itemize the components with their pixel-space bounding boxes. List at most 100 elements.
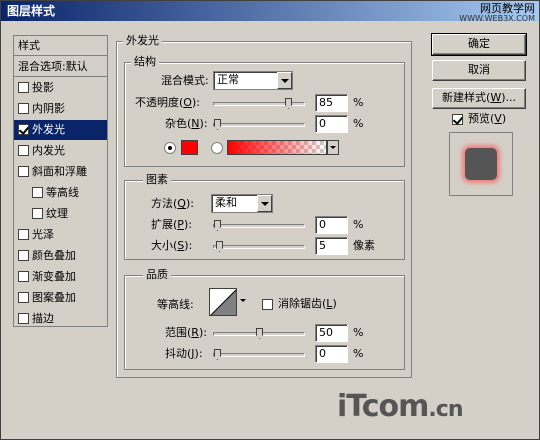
opacity-slider[interactable] — [213, 98, 305, 109]
sidebar-item-label: 等高线 — [46, 186, 79, 199]
range-unit: % — [353, 326, 364, 339]
sidebar-item[interactable]: 内阴影 — [14, 99, 107, 119]
sidebar-item-label: 渐变叠加 — [32, 270, 76, 283]
sidebar-item-label: 样式 — [18, 39, 40, 52]
size-unit: 像素 — [353, 239, 375, 252]
sidebar-item-checkbox[interactable] — [18, 292, 29, 303]
jitter-unit: % — [353, 347, 364, 360]
chevron-down-icon — [257, 195, 272, 212]
sidebar-item[interactable]: 纹理 — [14, 204, 107, 224]
spread-label: 扩展(P): — [151, 218, 192, 231]
sidebar-item[interactable]: 样式 — [14, 36, 107, 56]
new-style-button[interactable]: 新建样式(W)... — [432, 88, 526, 109]
gradient-dropdown-button[interactable] — [327, 140, 339, 155]
sidebar-item-checkbox[interactable] — [18, 229, 29, 240]
sidebar-item[interactable]: 投影 — [14, 78, 107, 98]
sidebar-item[interactable]: 渐变叠加 — [14, 267, 107, 287]
spread-unit: % — [353, 218, 364, 231]
sidebar-item-checkbox[interactable] — [32, 208, 43, 219]
spread-input[interactable]: 0 — [315, 216, 348, 234]
sidebar-item-label: 投影 — [32, 81, 54, 94]
range-label: 范围(R): — [165, 326, 207, 339]
sidebar-item-checkbox[interactable] — [18, 145, 29, 156]
sidebar-item[interactable]: 混合选项:默认 — [14, 57, 107, 77]
method-label: 方法(Q): — [151, 197, 194, 210]
antialias-checkbox[interactable] — [262, 299, 273, 310]
sidebar-item[interactable]: 光泽 — [14, 225, 107, 245]
noise-unit: % — [353, 117, 364, 130]
sidebar-item-label: 内阴影 — [32, 102, 65, 115]
noise-label: 杂色(N): — [165, 117, 208, 130]
blend-mode-label: 混合模式: — [161, 74, 209, 87]
sidebar-item[interactable]: 斜面和浮雕 — [14, 162, 107, 182]
range-slider[interactable] — [213, 328, 305, 339]
sidebar-item-label: 颜色叠加 — [32, 249, 76, 262]
sidebar-item-checkbox[interactable] — [18, 271, 29, 282]
method-select[interactable]: 柔和 — [211, 194, 273, 213]
sidebar-item-label: 光泽 — [32, 228, 54, 241]
sidebar-item[interactable]: 等高线 — [14, 183, 107, 203]
site-logo: iTcom.cn — [337, 389, 463, 424]
glow-color-swatch[interactable] — [181, 140, 198, 155]
contour-dropdown-button[interactable] — [238, 288, 248, 316]
structure-title: 结构 — [131, 56, 159, 68]
outer-glow-title: 外发光 — [123, 35, 162, 47]
sidebar-item-label: 外发光 — [32, 123, 65, 136]
size-slider[interactable] — [213, 241, 305, 252]
jitter-input[interactable]: 0 — [315, 345, 348, 363]
contour-label: 等高线: — [157, 298, 194, 311]
sidebar-item[interactable]: 外发光 — [14, 120, 107, 140]
layer-style-dialog: 图层样式 网页教学网 WWW.WEB3X.COM 样式 混合选项:默认 投影 内阴影外… — [0, 0, 540, 440]
sidebar-item-checkbox[interactable] — [18, 166, 29, 177]
opacity-unit: % — [353, 96, 364, 109]
blend-mode-select[interactable]: 正常 — [213, 71, 293, 90]
sidebar-item-label: 内发光 — [32, 144, 65, 157]
noise-input[interactable]: 0 — [315, 115, 348, 133]
noise-slider[interactable] — [213, 119, 305, 130]
preview-label: 预览(V) — [468, 112, 507, 125]
sidebar-item-label: 斜面和浮雕 — [32, 165, 87, 178]
contour-picker[interactable] — [209, 288, 237, 316]
sidebar-item-label: 描边 — [32, 312, 54, 325]
sidebar-item-checkbox[interactable] — [18, 124, 29, 135]
sidebar-item[interactable]: 内发光 — [14, 141, 107, 161]
antialias-label: 消除锯齿(L) — [278, 297, 337, 310]
logo-text: iTcom — [337, 389, 429, 424]
method-value: 柔和 — [215, 196, 237, 209]
dialog-title: 图层样式 — [7, 4, 56, 18]
sidebar-item-checkbox[interactable] — [18, 250, 29, 261]
sidebar-item-label: 纹理 — [46, 207, 68, 220]
styles-list: 样式混合选项:默认投影内阴影外发光内发光斜面和浮雕等高线纹理光泽颜色叠加渐变叠加… — [13, 35, 108, 327]
quality-title: 品质 — [143, 269, 171, 281]
opacity-input[interactable]: 85 — [315, 94, 348, 112]
ok-button[interactable]: 确定 — [431, 33, 527, 56]
jitter-slider[interactable] — [213, 349, 305, 360]
preview-thumbnail — [465, 148, 497, 180]
title-bar: 图层样式 网页教学网 WWW.WEB3X.COM — [1, 1, 539, 23]
sidebar-item[interactable]: 颜色叠加 — [14, 246, 107, 266]
opacity-label: 不透明度(O): — [135, 96, 200, 109]
size-input[interactable]: 5 — [315, 237, 348, 255]
blend-mode-value: 正常 — [217, 73, 239, 86]
sidebar-item[interactable]: 描边 — [14, 309, 107, 329]
watermark: 网页教学网 WWW.WEB3X.COM — [459, 3, 535, 23]
jitter-label: 抖动(J): — [165, 347, 203, 360]
sidebar-item-checkbox[interactable] — [18, 313, 29, 324]
sidebar-item-label: 混合选项:默认 — [18, 60, 88, 73]
size-label: 大小(S): — [151, 239, 193, 252]
sidebar-item-checkbox[interactable] — [18, 82, 29, 93]
watermark-url: WWW.WEB3X.COM — [459, 14, 535, 23]
sidebar-item[interactable]: 图案叠加 — [14, 288, 107, 308]
range-input[interactable]: 50 — [315, 324, 348, 342]
preview-checkbox[interactable] — [452, 114, 463, 125]
spread-slider[interactable] — [213, 220, 305, 231]
sidebar-item-checkbox[interactable] — [18, 103, 29, 114]
chevron-down-icon — [277, 72, 292, 89]
cancel-button[interactable]: 取消 — [432, 60, 526, 81]
solid-color-radio[interactable] — [164, 142, 176, 154]
sidebar-item-checkbox[interactable] — [32, 187, 43, 198]
glow-gradient-swatch[interactable] — [227, 140, 327, 155]
logo-suffix: .cn — [428, 397, 463, 422]
contour-curve-icon — [210, 289, 236, 315]
gradient-radio[interactable] — [211, 142, 223, 154]
